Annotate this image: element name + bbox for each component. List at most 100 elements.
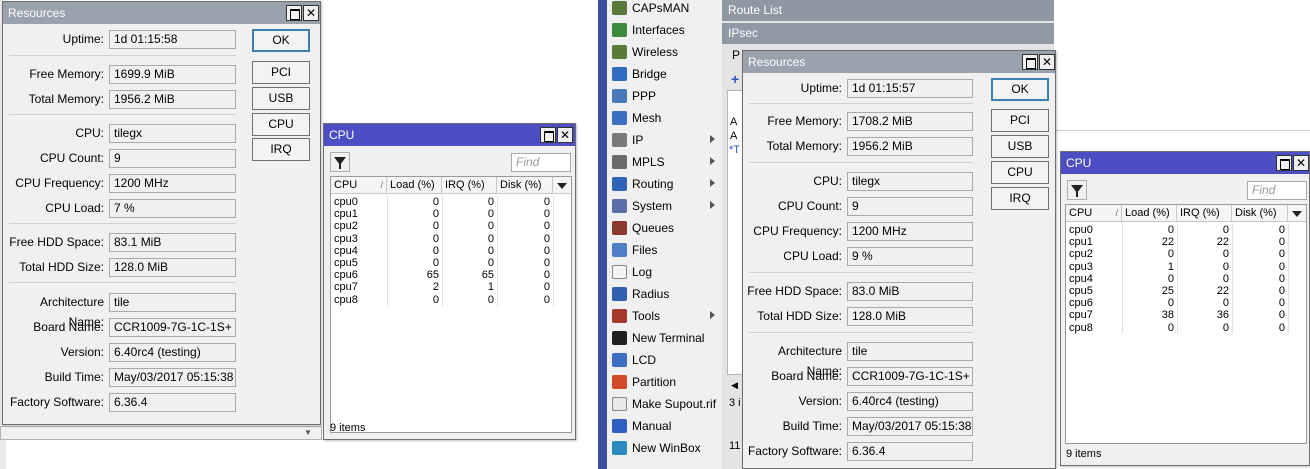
cell-cpu-name: cpu4 [334, 244, 358, 257]
ok-button[interactable]: OK [252, 29, 310, 52]
interfaces-icon [612, 23, 627, 37]
ipsec-title[interactable]: IPsec [722, 23, 1054, 44]
column-header-cpu[interactable]: CPU / [331, 177, 387, 194]
sidebar-item-partition[interactable]: Partition [607, 371, 721, 393]
sidebar-item-label: Queues [632, 221, 675, 235]
table-row[interactable]: cpu2 0 0 0 [331, 221, 571, 232]
sidebar-item-tools[interactable]: Tools [607, 305, 721, 327]
column-header-irq[interactable]: IRQ (%) [1177, 205, 1232, 222]
pci-button[interactable]: PCI [991, 109, 1049, 132]
field-value-board-name: CCR1009-7G-1C-1S+ [109, 318, 236, 337]
close-icon[interactable] [557, 127, 573, 143]
table-row[interactable]: cpu8 0 0 0 [331, 294, 571, 306]
table-row[interactable]: cpu4 0 0 0 [1066, 272, 1306, 285]
filter-icon[interactable] [330, 152, 350, 172]
left-scroll-arrow[interactable]: ▼ [304, 428, 314, 438]
submenu-arrow-icon [710, 201, 715, 209]
column-header-disk[interactable]: Disk (%) [1232, 205, 1288, 222]
table-row[interactable]: cpu1 22 22 0 [1066, 237, 1306, 248]
field-label-total-memory: Total Memory: [766, 139, 842, 153]
sidebar-item-interfaces[interactable]: Interfaces [607, 19, 721, 41]
cpu-button[interactable]: CPU [252, 113, 310, 136]
find-input[interactable]: Find [511, 153, 571, 172]
resources-window-right-title[interactable]: Resources [743, 51, 1055, 73]
cell-cpu-name: cpu4 [1069, 272, 1093, 285]
scroll-left-icon[interactable]: ◀ [731, 380, 738, 391]
sidebar-item-label: Make Supout.rif [632, 397, 717, 411]
table-row[interactable]: cpu6 0 0 0 [1066, 298, 1306, 309]
sidebar-item-mesh[interactable]: Mesh [607, 107, 721, 129]
field-value-cpu-load: 7 % [109, 199, 236, 218]
cell-load: 0 [432, 257, 439, 269]
cpu-button[interactable]: CPU [991, 161, 1049, 184]
table-row[interactable]: cpu2 0 0 0 [1066, 249, 1306, 260]
column-header-load[interactable]: Load (%) [387, 177, 442, 194]
sidebar-item-label: Log [632, 265, 653, 279]
cell-load: 0 [432, 208, 439, 221]
sidebar-item-capsman[interactable]: CAPsMAN [607, 0, 721, 19]
table-row[interactable]: cpu0 0 0 0 [1066, 225, 1306, 236]
irq-button[interactable]: IRQ [252, 138, 310, 161]
sidebar-item-files[interactable]: Files [607, 239, 721, 261]
resources-window-left-title[interactable]: Resources [3, 2, 320, 24]
sidebar-item-mpls[interactable]: MPLS [607, 151, 721, 173]
pci-button[interactable]: PCI [252, 61, 310, 84]
maximize-icon[interactable] [1276, 155, 1292, 171]
column-header-cpu[interactable]: CPU / [1066, 205, 1122, 222]
sidebar-brand-strip [598, 0, 607, 469]
filter-icon[interactable] [1067, 180, 1087, 200]
sidebar-item-new-winbox[interactable]: New WinBox [607, 437, 721, 459]
sidebar-item-queues[interactable]: Queues [607, 217, 721, 239]
ipsec-add-icon[interactable]: + [731, 72, 739, 86]
table-row[interactable]: cpu8 0 0 0 [1066, 321, 1306, 334]
sidebar-item-new-terminal[interactable]: New Terminal [607, 327, 721, 349]
table-row[interactable]: cpu7 38 36 0 [1066, 310, 1306, 321]
cpu-window-right-title[interactable]: CPU [1061, 152, 1309, 174]
table-row[interactable]: cpu4 0 0 0 [331, 244, 571, 257]
ipsec-tab-fragment[interactable]: P [732, 48, 740, 62]
route-list-title[interactable]: Route List [722, 0, 1054, 21]
table-row[interactable]: cpu3 0 0 0 [331, 233, 571, 245]
field-value-architecture-name: tile [847, 342, 973, 361]
sidebar-item-system[interactable]: System [607, 195, 721, 217]
column-chooser-dropdown-icon[interactable] [553, 177, 571, 194]
table-row[interactable]: cpu3 1 0 0 [1066, 261, 1306, 273]
field-value-free-hdd-space: 83.0 MiB [847, 282, 973, 301]
sidebar-item-manual[interactable]: Manual [607, 415, 721, 437]
sidebar-item-log[interactable]: Log [607, 261, 721, 283]
column-header-irq[interactable]: IRQ (%) [442, 177, 497, 194]
sidebar-item-lcd[interactable]: LCD [607, 349, 721, 371]
cell-load: 0 [1167, 321, 1174, 334]
sidebar-item-ppp[interactable]: PPP [607, 85, 721, 107]
sidebar-item-bridge[interactable]: Bridge [607, 63, 721, 85]
sidebar-item-make-supout-rif[interactable]: Make Supout.rif [607, 393, 721, 415]
close-icon[interactable] [303, 5, 319, 21]
sidebar-item-label: Bridge [632, 67, 667, 81]
maximize-icon[interactable] [540, 127, 556, 143]
table-row[interactable]: cpu6 65 65 0 [331, 270, 571, 281]
table-row[interactable]: cpu0 0 0 0 [331, 197, 571, 208]
sidebar-item-routing[interactable]: Routing [607, 173, 721, 195]
maximize-icon[interactable] [1022, 54, 1038, 70]
close-icon[interactable] [1293, 155, 1309, 171]
table-row[interactable]: cpu1 0 0 0 [331, 209, 571, 220]
cpu-window-left-title[interactable]: CPU [324, 124, 575, 146]
column-chooser-dropdown-icon[interactable] [1288, 205, 1306, 222]
irq-button[interactable]: IRQ [991, 187, 1049, 210]
column-header-disk[interactable]: Disk (%) [497, 177, 553, 194]
sidebar-item-wireless[interactable]: Wireless [607, 41, 721, 63]
sidebar-item-label: Tools [632, 309, 661, 323]
maximize-icon[interactable] [286, 5, 302, 21]
sidebar-item-radius[interactable]: Radius [607, 283, 721, 305]
ok-button[interactable]: OK [991, 78, 1049, 101]
table-row[interactable]: cpu5 25 22 0 [1066, 286, 1306, 297]
usb-button[interactable]: USB [252, 87, 310, 110]
find-input[interactable]: Find [1247, 181, 1307, 200]
column-header-load[interactable]: Load (%) [1122, 205, 1177, 222]
close-icon[interactable] [1039, 54, 1055, 70]
table-row[interactable]: cpu7 2 1 0 [331, 282, 571, 293]
table-row[interactable]: cpu5 0 0 0 [331, 258, 571, 269]
cell-irq: 22 [1216, 285, 1229, 297]
sidebar-item-ip[interactable]: IP [607, 129, 721, 151]
usb-button[interactable]: USB [991, 135, 1049, 158]
